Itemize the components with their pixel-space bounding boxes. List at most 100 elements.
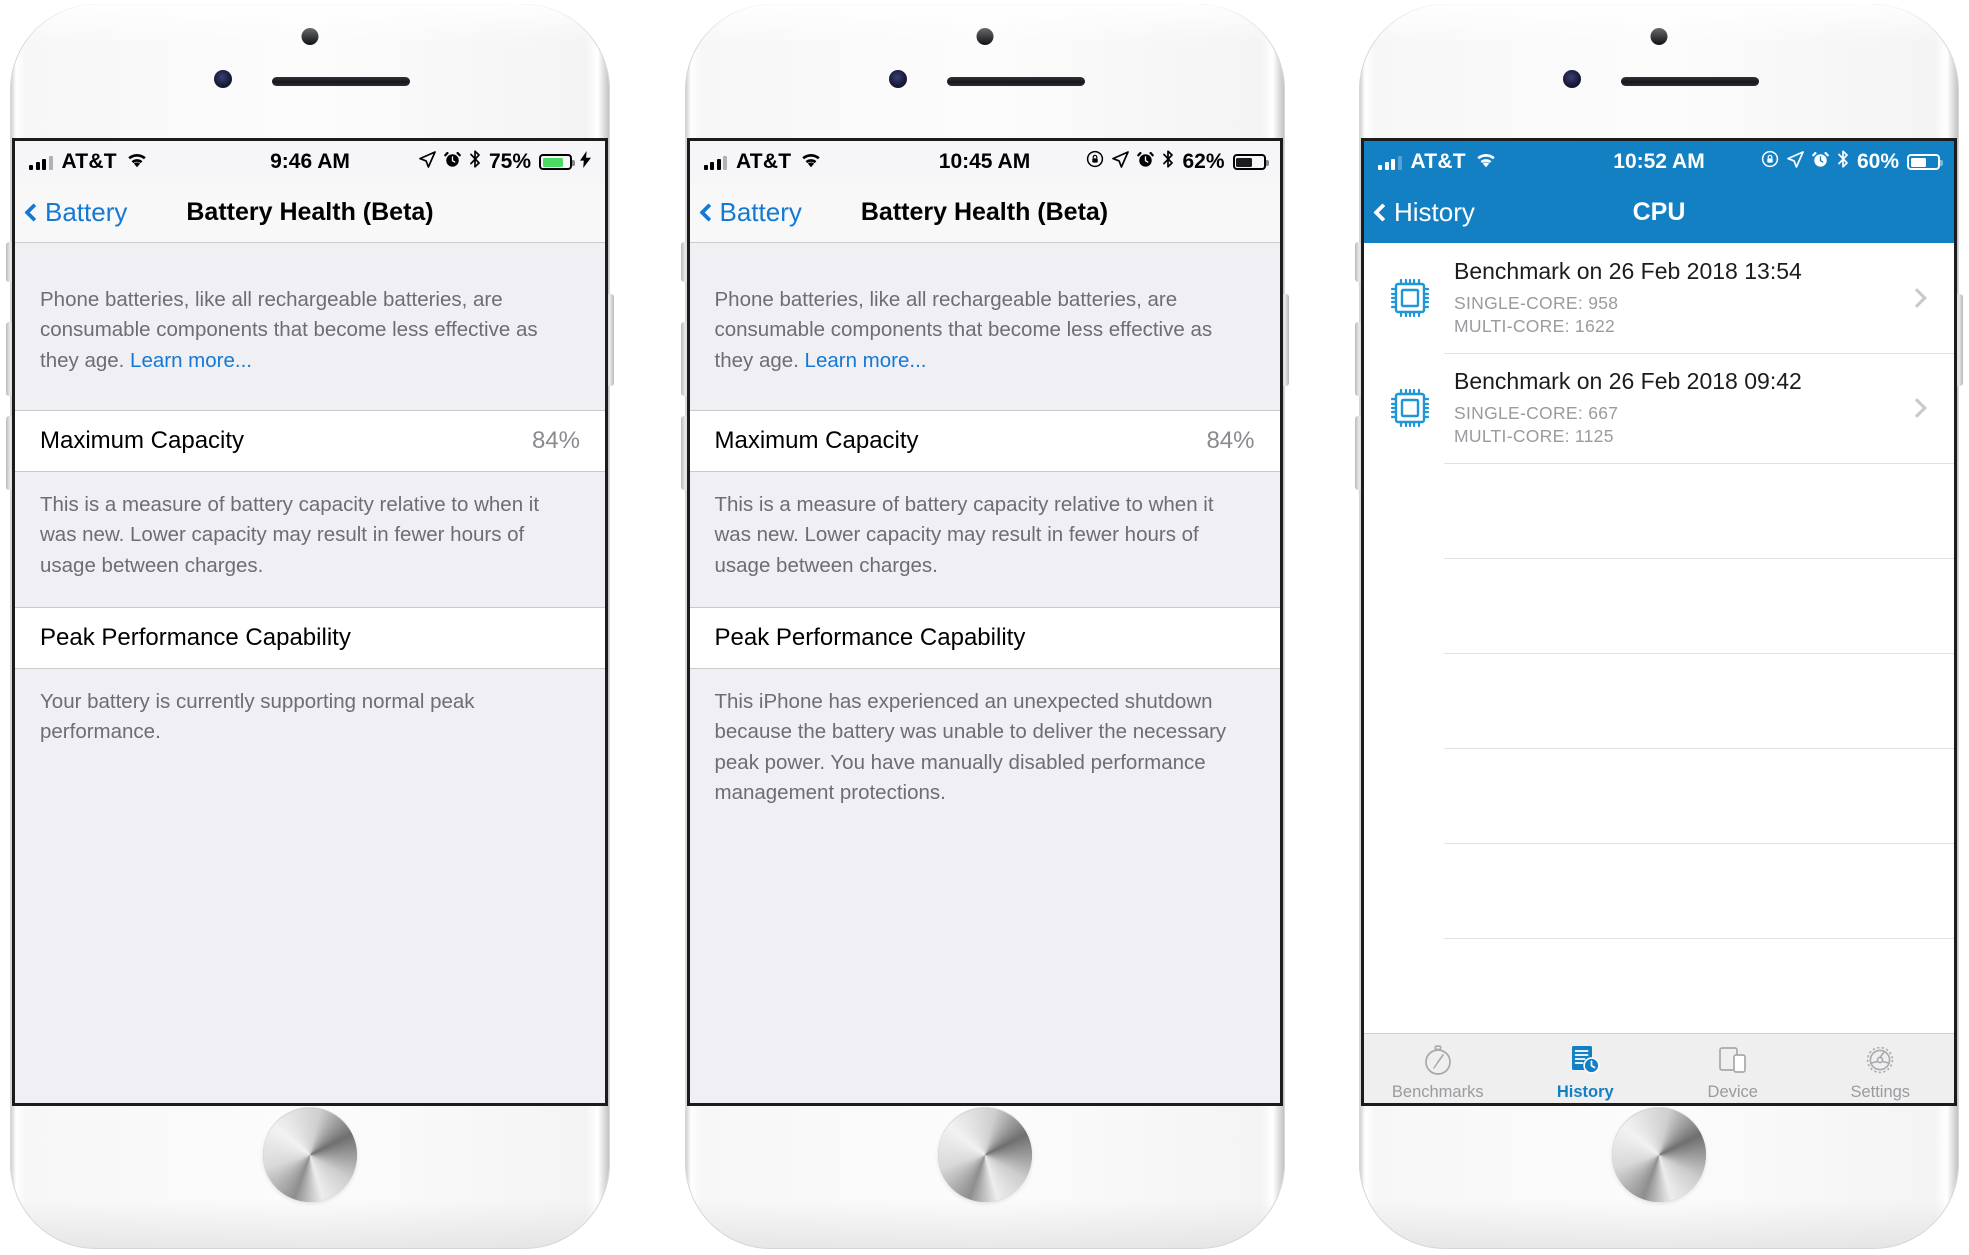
settings-content: Phone batteries, like all rechargeable b… [689,243,1280,1103]
empty-list-row [1364,748,1954,843]
tab-device[interactable]: Device [1659,1034,1807,1103]
peak-performance-label: Peak Performance Capability [714,623,1026,651]
list-item-text: Benchmark on 26 Feb 2018 13:54 SINGLE-CO… [1454,258,1910,339]
benchmark-single-core: SINGLE-CORE: 958 [1454,292,1619,313]
maximum-capacity-value: 84% [531,426,580,454]
home-button[interactable] [1612,1108,1706,1202]
list-item-text: Benchmark on 26 Feb 2018 09:42 SINGLE-CO… [1454,368,1910,449]
front-camera-icon [1650,28,1668,45]
benchmark-multi-core: MULTI-CORE: 1125 [1454,426,1614,446]
status-bar: AT&T 10:45 AM 62% [689,141,1280,183]
peak-performance-row[interactable]: Peak Performance Capability [15,606,605,669]
proximity-sensor-icon [214,70,232,88]
rotation-lock-icon [1761,150,1779,174]
status-bar: AT&T 9:46 AM 75% [15,141,605,183]
back-button[interactable]: Battery [24,197,128,228]
maximum-capacity-row[interactable]: Maximum Capacity 84% [15,409,605,472]
carrier-label: AT&T [1410,150,1466,173]
proximity-sensor-icon [888,70,907,88]
earpiece-speaker-icon [272,77,410,86]
bluetooth-icon [1162,150,1174,174]
empty-list-row [1364,938,1954,1033]
alarm-clock-icon [1137,150,1155,174]
peak-performance-label: Peak Performance Capability [40,623,351,651]
back-button[interactable]: History [1373,197,1475,228]
benchmark-history-list: Benchmark on 26 Feb 2018 13:54 SINGLE-CO… [1364,243,1954,1033]
intro-paragraph: Phone batteries, like all rechargeable b… [690,243,1280,410]
intro-text: Phone batteries, like all rechargeable b… [40,288,538,372]
maximum-capacity-row[interactable]: Maximum Capacity 84% [689,409,1280,472]
maximum-capacity-value: 84% [1206,426,1255,454]
devices-icon [1716,1041,1750,1079]
maximum-capacity-label: Maximum Capacity [40,426,245,454]
intro-text: Phone batteries, like all rechargeable b… [714,288,1213,372]
tab-bar: Benchmarks History Device Settings [1364,1033,1955,1103]
carrier-label: AT&T [736,150,792,173]
battery-icon [539,154,575,170]
benchmark-multi-core: MULTI-CORE: 1622 [1454,316,1616,336]
nav-bar: Battery Battery Health (Beta) [15,183,605,243]
battery-icon [1907,154,1943,170]
tab-settings[interactable]: Settings [1807,1034,1955,1103]
back-button-label: Battery [45,197,128,227]
battery-percent-label: 62% [1182,150,1225,173]
screen-right: AT&T 10:52 AM 60% History CPU Benchmark … [1361,138,1957,1106]
iphone-device-right: AT&T 10:52 AM 60% History CPU Benchmark … [1355,4,1963,1249]
status-bar-right: 62% [1086,150,1269,174]
iphone-device-middle: AT&T 10:45 AM 62% Battery Battery Health… [680,4,1289,1249]
tab-benchmarks[interactable]: Benchmarks [1364,1034,1512,1103]
chevron-right-icon [1907,398,1927,418]
back-button-label: Battery [719,197,802,227]
intro-paragraph: Phone batteries, like all rechargeable b… [15,243,605,410]
history-document-clock-icon [1568,1041,1602,1079]
front-camera-icon [301,28,319,45]
signal-bars-icon [29,155,53,170]
maximum-capacity-label: Maximum Capacity [714,426,919,454]
stopwatch-icon [1421,1041,1455,1079]
cpu-chip-icon [1386,384,1434,432]
screen-middle: AT&T 10:45 AM 62% Battery Battery Health… [686,138,1283,1106]
home-button[interactable] [937,1108,1032,1202]
chevron-right-icon [1907,288,1927,308]
status-bar-left: AT&T [703,150,823,174]
location-arrow-icon [1787,150,1804,174]
settings-content: Phone batteries, like all rechargeable b… [15,243,605,1103]
nav-bar: History CPU [1364,183,1954,243]
signal-bars-icon [1378,155,1402,170]
charging-bolt-icon [580,150,591,174]
iphone-device-left: AT&T 9:46 AM 75% Battery Battery Health … [6,4,614,1249]
benchmark-title: Benchmark on 26 Feb 2018 09:42 [1454,367,1802,394]
chevron-left-icon [24,203,43,222]
cpu-chip-icon [1386,274,1434,322]
tab-label: History [1556,1083,1614,1101]
maximum-capacity-note: This is a measure of battery capacity re… [40,492,540,577]
screen-left: AT&T 9:46 AM 75% Battery Battery Health … [12,138,608,1106]
home-button[interactable] [263,1108,357,1202]
peak-performance-row[interactable]: Peak Performance Capability [689,606,1280,669]
battery-percent-label: 75% [488,150,531,173]
benchmark-title: Benchmark on 26 Feb 2018 13:54 [1454,257,1802,284]
peak-performance-note: Your battery is currently supporting nor… [40,689,475,744]
front-camera-icon [976,28,993,45]
chevron-left-icon [698,203,718,222]
back-button-label: History [1394,197,1475,227]
bluetooth-icon [1837,150,1849,174]
tab-history[interactable]: History [1512,1034,1660,1103]
learn-more-link[interactable]: Learn more... [130,349,252,372]
learn-more-link[interactable]: Learn more... [805,349,927,372]
empty-list-row [1364,558,1954,653]
wifi-icon [126,150,148,174]
proximity-sensor-icon [1563,70,1581,88]
battery-percent-label: 60% [1856,150,1899,173]
list-item[interactable]: Benchmark on 26 Feb 2018 13:54 SINGLE-CO… [1364,243,1954,353]
status-bar-right: 60% [1761,150,1943,174]
tab-label: Benchmarks [1391,1083,1484,1101]
earpiece-speaker-icon [1621,77,1759,86]
battery-icon [1232,154,1269,170]
carrier-label: AT&T [61,150,117,173]
list-item[interactable]: Benchmark on 26 Feb 2018 09:42 SINGLE-CO… [1364,353,1954,463]
gear-icon [1863,1041,1897,1079]
alarm-clock-icon [1812,150,1829,174]
empty-list-row [1364,843,1954,938]
back-button[interactable]: Battery [698,197,802,228]
